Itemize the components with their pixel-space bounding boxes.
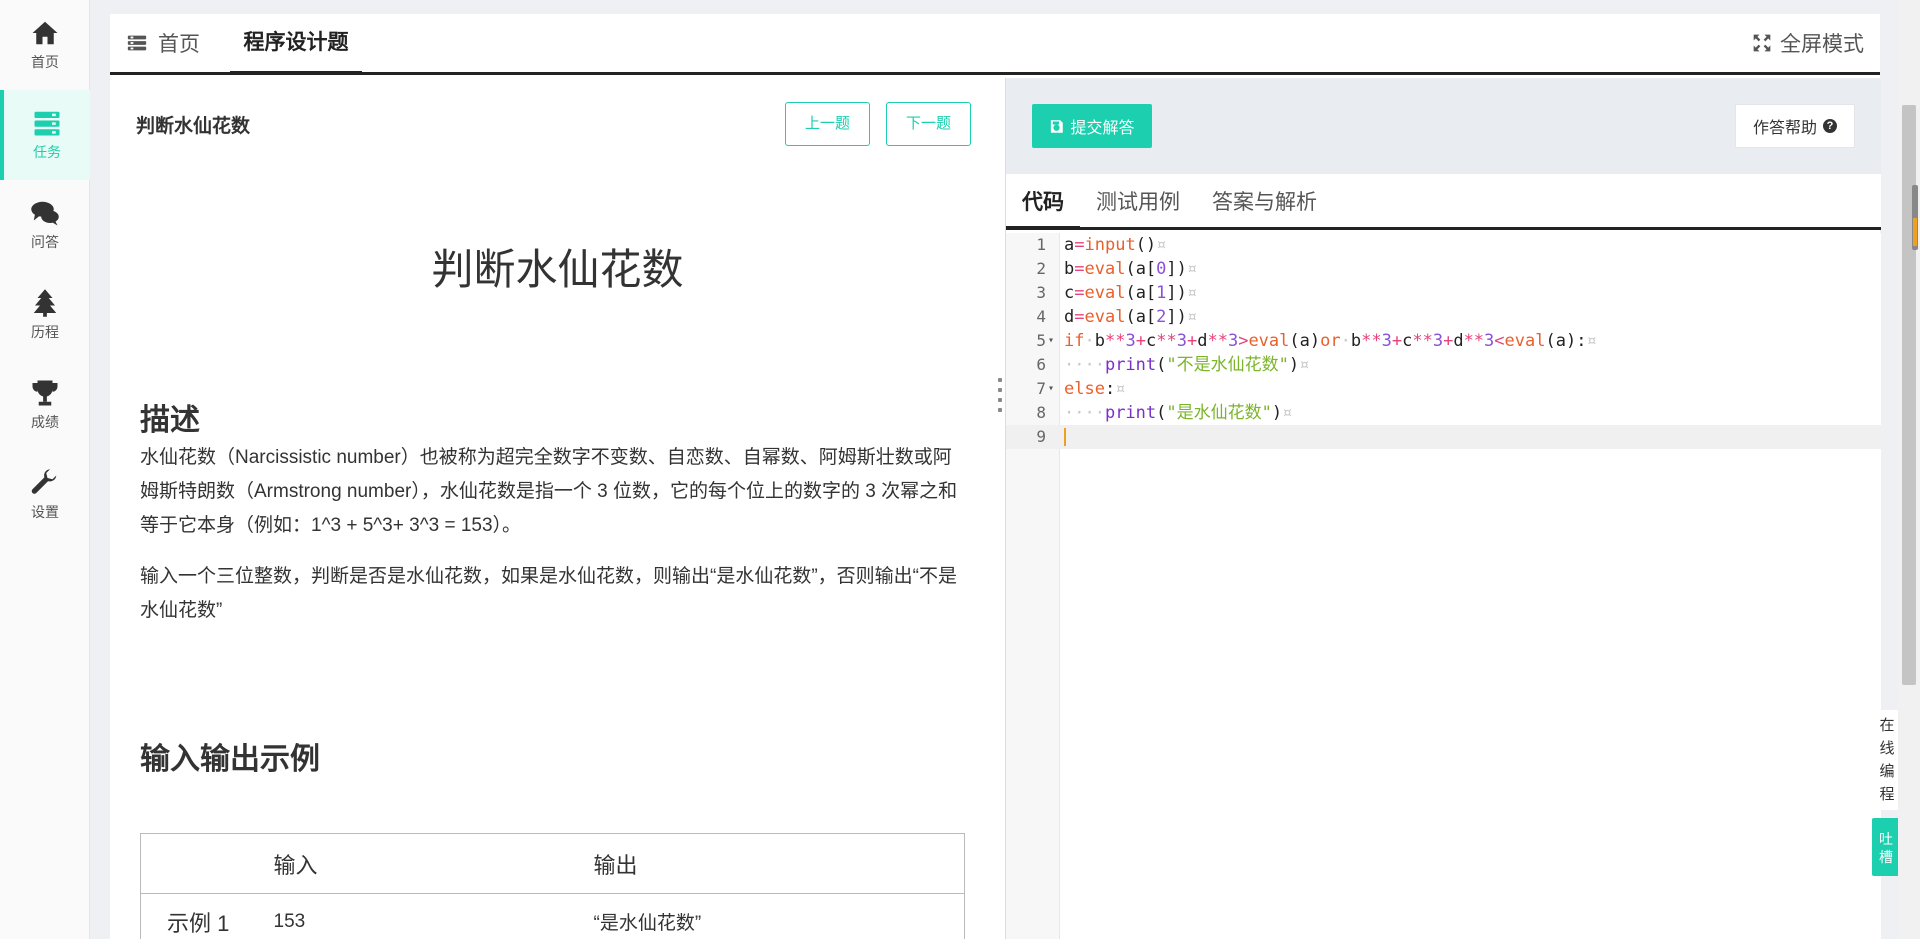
home-icon (32, 21, 58, 45)
tab-home[interactable]: 首页 (126, 28, 200, 58)
problem-small-title: 判断水仙花数 (136, 116, 251, 137)
sidebar-item-label: 成绩 (31, 414, 59, 430)
feedback-button[interactable]: 吐 槽 (1872, 818, 1900, 876)
online-coding-char: 编 (1879, 763, 1895, 780)
table-header-cell: 输出 (593, 852, 638, 878)
sidebar-item-settings[interactable]: 设置 (0, 450, 90, 540)
code-line[interactable]: 5 ▾ if·b**3+c**3+d**3>eval(a)or·b**3+c**… (1006, 329, 1881, 353)
list-icon (127, 35, 147, 51)
feedback-char: 槽 (1879, 849, 1893, 865)
fullscreen-label: 全屏模式 (1780, 33, 1864, 56)
problem-title: 判断水仙花数 (431, 246, 684, 293)
io-example-heading: 输入输出示例 (140, 743, 320, 776)
online-coding-char: 在 (1879, 717, 1895, 734)
scroll-position-indicator (1913, 218, 1917, 246)
tab-answer-analysis[interactable]: 答案与解析 (1212, 186, 1317, 230)
tasks-icon (34, 111, 60, 136)
code-line[interactable]: 6 ····print("不是水仙花数")¤ (1006, 353, 1881, 377)
code-editor[interactable]: 1 a=input()¤ 2 b=eval(a[0])¤ 3 c=eval(a[… (1006, 233, 1881, 939)
sidebar-item-label: 历程 (31, 324, 59, 340)
sidebar-item-history[interactable]: 历程 (0, 270, 90, 360)
table-header-row: 输入 输出 (140, 834, 965, 894)
online-coding-char: 程 (1879, 786, 1895, 803)
editor-tabs: 代码 测试用例 答案与解析 (1006, 174, 1881, 230)
line-number: 5 (1036, 331, 1046, 350)
wrench-icon (31, 469, 57, 494)
code-line-current[interactable]: 9 (1006, 425, 1881, 449)
pane-resize-handle[interactable] (997, 378, 1003, 428)
sidebar-item-qa[interactable]: 问答 (0, 180, 90, 270)
question-circle-icon: ? (1823, 119, 1837, 133)
code-line[interactable]: 3 c=eval(a[1])¤ (1006, 281, 1881, 305)
line-number: 8 (1036, 403, 1046, 422)
problem-pane: 判断水仙花数 上一题 下一题 判断水仙花数 描述 水仙花数（Narcissist… (110, 78, 1005, 939)
tab-test-cases[interactable]: 测试用例 (1096, 186, 1180, 230)
line-number: 6 (1036, 355, 1046, 374)
line-number: 7 (1036, 379, 1046, 398)
line-number: 1 (1036, 235, 1046, 254)
example-input: 153 (273, 910, 306, 932)
tab-home-label: 首页 (158, 33, 200, 56)
tree-icon (33, 289, 57, 317)
line-number: 4 (1036, 307, 1046, 326)
prev-problem-button[interactable]: 上一题 (785, 102, 870, 146)
sidebar-item-tasks[interactable]: 任务 (0, 90, 90, 180)
comments-icon (31, 201, 59, 226)
code-line[interactable]: 4 d=eval(a[2])¤ (1006, 305, 1881, 329)
description-paragraph-1: 水仙花数（Narcissistic number）也被称为超完全数字不变数、自恋… (140, 447, 958, 536)
line-number: 3 (1036, 283, 1046, 302)
text-cursor (1064, 428, 1066, 446)
io-example-table: 输入 输出 示例 1 153 “是水仙花数” (140, 833, 965, 939)
trophy-icon (32, 380, 58, 406)
code-line[interactable]: 8 ····print("是水仙花数")¤ (1006, 401, 1881, 425)
table-header-cell (141, 834, 274, 894)
line-number: 2 (1036, 259, 1046, 278)
sidebar-item-scores[interactable]: 成绩 (0, 360, 90, 450)
answer-help-button[interactable]: 作答帮助 ? (1735, 104, 1855, 148)
answer-help-label: 作答帮助 (1752, 120, 1817, 137)
sidebar-item-label: 首页 (31, 54, 59, 70)
description-heading: 描述 (140, 404, 200, 437)
example-label: 示例 1 (167, 910, 230, 936)
feedback-char: 吐 (1879, 831, 1893, 847)
top-tab-bar: 首页 程序设计题 全屏模式 (110, 14, 1880, 75)
next-problem-button[interactable]: 下一题 (886, 102, 971, 146)
sidebar-item-home[interactable]: 首页 (0, 0, 90, 90)
fullscreen-button[interactable]: 全屏模式 (1752, 28, 1864, 58)
main-card: 首页 程序设计题 全屏模式 判断水仙花数 上一题 下一题 判断水仙花数 描述 水… (110, 14, 1881, 939)
save-icon (1051, 119, 1064, 133)
submit-answer-label: 提交解答 (1070, 120, 1135, 137)
sidebar-item-label: 任务 (33, 144, 61, 160)
table-header-cell: 输入 (273, 852, 318, 878)
line-number: 9 (1036, 427, 1046, 446)
fold-arrow-icon[interactable]: ▾ (1048, 329, 1054, 353)
fold-arrow-icon[interactable]: ▾ (1048, 377, 1054, 401)
sidebar-item-label: 问答 (31, 234, 59, 250)
submit-answer-button[interactable]: 提交解答 (1032, 104, 1152, 148)
online-coding-char: 线 (1879, 740, 1895, 757)
code-line[interactable]: 7 ▾ else:¤ (1006, 377, 1881, 401)
editor-pane: 提交解答 作答帮助 ? 代码 测试用例 答案与解析 1 a=input()¤ 2… (1005, 78, 1881, 939)
sidebar-item-label: 设置 (31, 504, 59, 520)
description-paragraph-2: 输入一个三位整数，判断是否是水仙花数，如果是水仙花数，则输出“是水仙花数”，否则… (140, 566, 957, 621)
code-line[interactable]: 1 a=input()¤ (1006, 233, 1881, 257)
code-line[interactable]: 2 b=eval(a[0])¤ (1006, 257, 1881, 281)
expand-icon (1753, 34, 1771, 52)
editor-toolbar: 提交解答 作答帮助 ? (1006, 78, 1881, 174)
page-scrollbar[interactable] (1898, 0, 1920, 939)
example-output: “是水仙花数” (593, 913, 702, 934)
tab-programming-problem[interactable]: 程序设计题 (230, 26, 362, 75)
table-row: 示例 1 153 “是水仙花数” (141, 894, 965, 939)
online-coding-tab[interactable]: 在 线 编 程 (1874, 710, 1900, 810)
sidebar: 首页 任务 问答 历程 成绩 设置 (0, 0, 90, 939)
tab-code[interactable]: 代码 (1006, 186, 1080, 230)
